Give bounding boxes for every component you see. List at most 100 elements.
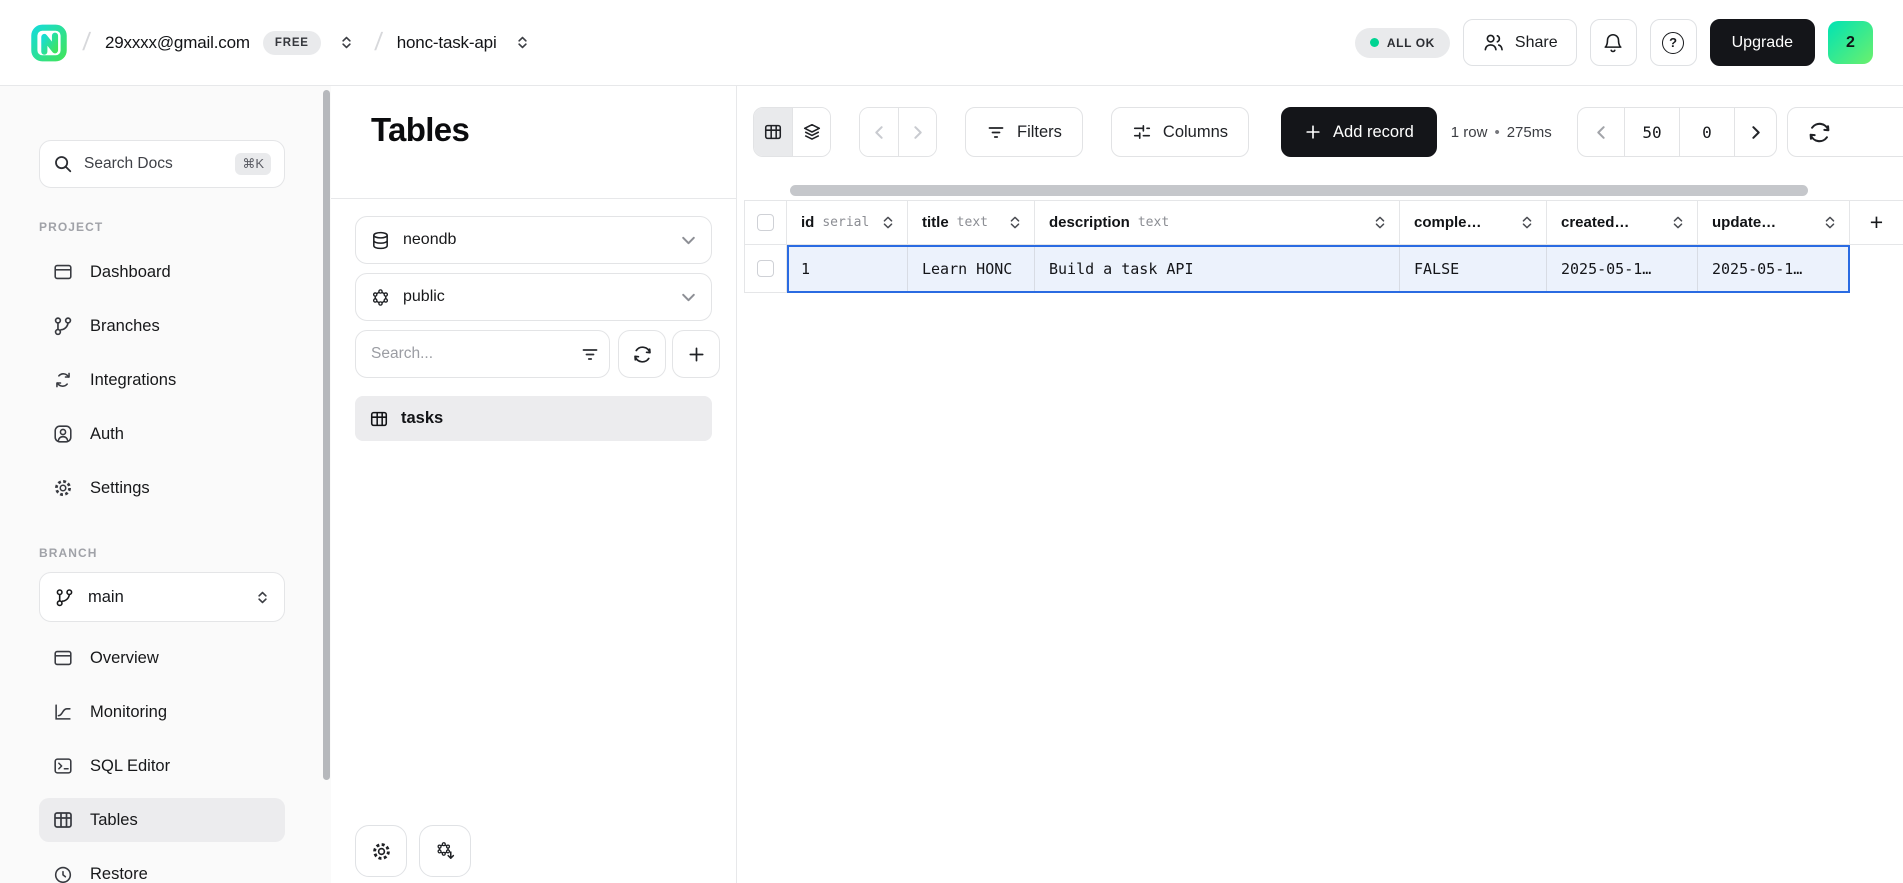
grid-view-button[interactable] [754, 108, 792, 156]
chevron-right-icon [1747, 124, 1764, 141]
question-mark-icon: ? [1662, 32, 1684, 54]
help-button[interactable]: ? [1650, 19, 1697, 66]
header-actions: ALL OK Share ? Upgrade 2 [1355, 19, 1873, 66]
column-header-created-at[interactable]: created… [1547, 200, 1698, 245]
cell-completed[interactable]: FALSE [1400, 245, 1547, 293]
row-checkbox[interactable] [757, 260, 774, 277]
add-column-button[interactable]: + [1850, 200, 1903, 245]
column-type: text [1138, 215, 1169, 230]
sidebar-item-auth[interactable]: Auth [39, 412, 285, 456]
sort-icon[interactable] [880, 215, 896, 230]
column-name: update… [1712, 214, 1776, 231]
left-sidebar: Search Docs ⌘K PROJECT Dashboard Branche… [0, 86, 331, 883]
column-header-id[interactable]: id serial [787, 200, 908, 245]
filter-icon[interactable] [580, 344, 600, 364]
refresh-data-button[interactable] [1787, 107, 1903, 157]
search-docs-label: Search Docs [84, 155, 173, 173]
sidebar-item-label: Settings [90, 479, 150, 498]
cell-updated-at[interactable]: 2025-05-1… [1698, 245, 1850, 293]
sidebar-item-sql-editor[interactable]: SQL Editor [39, 744, 285, 788]
sidebar-scrollbar[interactable] [323, 90, 330, 780]
integrations-icon [52, 369, 74, 391]
sidebar-item-branches[interactable]: Branches [39, 304, 285, 348]
column-name: created… [1561, 214, 1629, 231]
schema-icon [370, 287, 391, 308]
status-badge[interactable]: ALL OK [1355, 28, 1450, 58]
table-list-item-tasks[interactable]: tasks [355, 396, 712, 441]
sort-icon[interactable] [1372, 215, 1388, 230]
table-search-input[interactable] [355, 330, 610, 378]
project-selector-chevron-icon[interactable] [510, 28, 536, 58]
user-badge-icon [52, 423, 74, 445]
schema-selector[interactable]: public [355, 273, 712, 321]
filters-button[interactable]: Filters [965, 107, 1083, 157]
export-schema-button[interactable] [419, 825, 471, 877]
schema-selector-value: public [403, 288, 445, 306]
refresh-icon [1807, 120, 1832, 145]
chart-line-icon [52, 701, 74, 723]
table-grid-icon [763, 122, 783, 142]
branch-selector[interactable]: main [39, 572, 285, 622]
sort-icon[interactable] [1822, 215, 1838, 230]
filter-icon [986, 122, 1006, 142]
table-toolbar: Filters Columns Add record 1 row • 275ms… [753, 107, 1903, 157]
page-next-button[interactable] [1734, 108, 1776, 156]
column-header-completed[interactable]: comple… [1400, 200, 1547, 245]
back-button[interactable] [860, 108, 898, 156]
add-record-label: Add record [1333, 123, 1414, 142]
cell-title[interactable]: Learn HONC [908, 245, 1035, 293]
upgrade-button[interactable]: Upgrade [1710, 19, 1815, 66]
cell-created-at[interactable]: 2025-05-1… [1547, 245, 1698, 293]
layers-icon [802, 122, 822, 142]
database-icon [370, 230, 391, 251]
grid-header-row: id serial title text description text co… [744, 200, 1903, 245]
search-icon [53, 154, 73, 174]
column-name: comple… [1414, 214, 1482, 231]
page-offset-field[interactable]: 0 [1679, 108, 1734, 156]
sidebar-item-dashboard[interactable]: Dashboard [39, 250, 285, 294]
sidebar-item-integrations[interactable]: Integrations [39, 358, 285, 402]
sort-icon[interactable] [1007, 215, 1023, 230]
select-all-checkbox[interactable] [757, 214, 774, 231]
cell-description[interactable]: Build a task API [1035, 245, 1400, 293]
sort-icon[interactable] [1519, 215, 1535, 230]
breadcrumb-project[interactable]: honc-task-api [397, 33, 497, 53]
forward-button[interactable] [898, 108, 936, 156]
chevron-down-icon [680, 289, 697, 306]
page-prev-button[interactable] [1578, 108, 1624, 156]
account-selector-chevron-icon[interactable] [334, 28, 360, 58]
column-header-title[interactable]: title text [908, 200, 1035, 245]
breadcrumb-separator: / [371, 28, 385, 57]
pagination-control: 50 0 [1577, 107, 1777, 157]
layers-view-button[interactable] [792, 108, 830, 156]
add-table-button[interactable] [672, 330, 720, 378]
credits-badge[interactable]: 2 [1828, 21, 1873, 64]
database-selector[interactable]: neondb [355, 216, 712, 264]
sidebar-item-monitoring[interactable]: Monitoring [39, 690, 285, 734]
breadcrumb-account[interactable]: 29xxxx@gmail.com [105, 33, 250, 53]
sidebar-item-overview[interactable]: Overview [39, 636, 285, 680]
neon-logo[interactable] [30, 23, 68, 63]
horizontal-scrollbar[interactable] [790, 185, 1808, 196]
search-docs-button[interactable]: Search Docs ⌘K [39, 140, 285, 188]
page-size-field[interactable]: 50 [1624, 108, 1679, 156]
column-header-description[interactable]: description text [1035, 200, 1400, 245]
refresh-tables-button[interactable] [618, 330, 666, 378]
table-settings-button[interactable] [355, 825, 407, 877]
sidebar-item-label: Integrations [90, 371, 176, 390]
select-all-cell [744, 200, 787, 245]
columns-button[interactable]: Columns [1111, 107, 1249, 157]
table-row: 1 Learn HONC Build a task API FALSE 2025… [744, 245, 1903, 293]
sidebar-item-label: Restore [90, 865, 148, 883]
bullet-separator: • [1494, 124, 1499, 141]
sidebar-item-tables[interactable]: Tables [39, 798, 285, 842]
sort-icon[interactable] [1670, 215, 1686, 230]
add-record-button[interactable]: Add record [1281, 107, 1437, 157]
column-header-updated-at[interactable]: update… [1698, 200, 1850, 245]
cell-id[interactable]: 1 [787, 245, 908, 293]
share-button[interactable]: Share [1463, 19, 1577, 66]
notifications-button[interactable] [1590, 19, 1637, 66]
sidebar-item-restore[interactable]: Restore [39, 852, 285, 883]
page-title: Tables [371, 110, 736, 150]
sidebar-item-settings[interactable]: Settings [39, 466, 285, 510]
